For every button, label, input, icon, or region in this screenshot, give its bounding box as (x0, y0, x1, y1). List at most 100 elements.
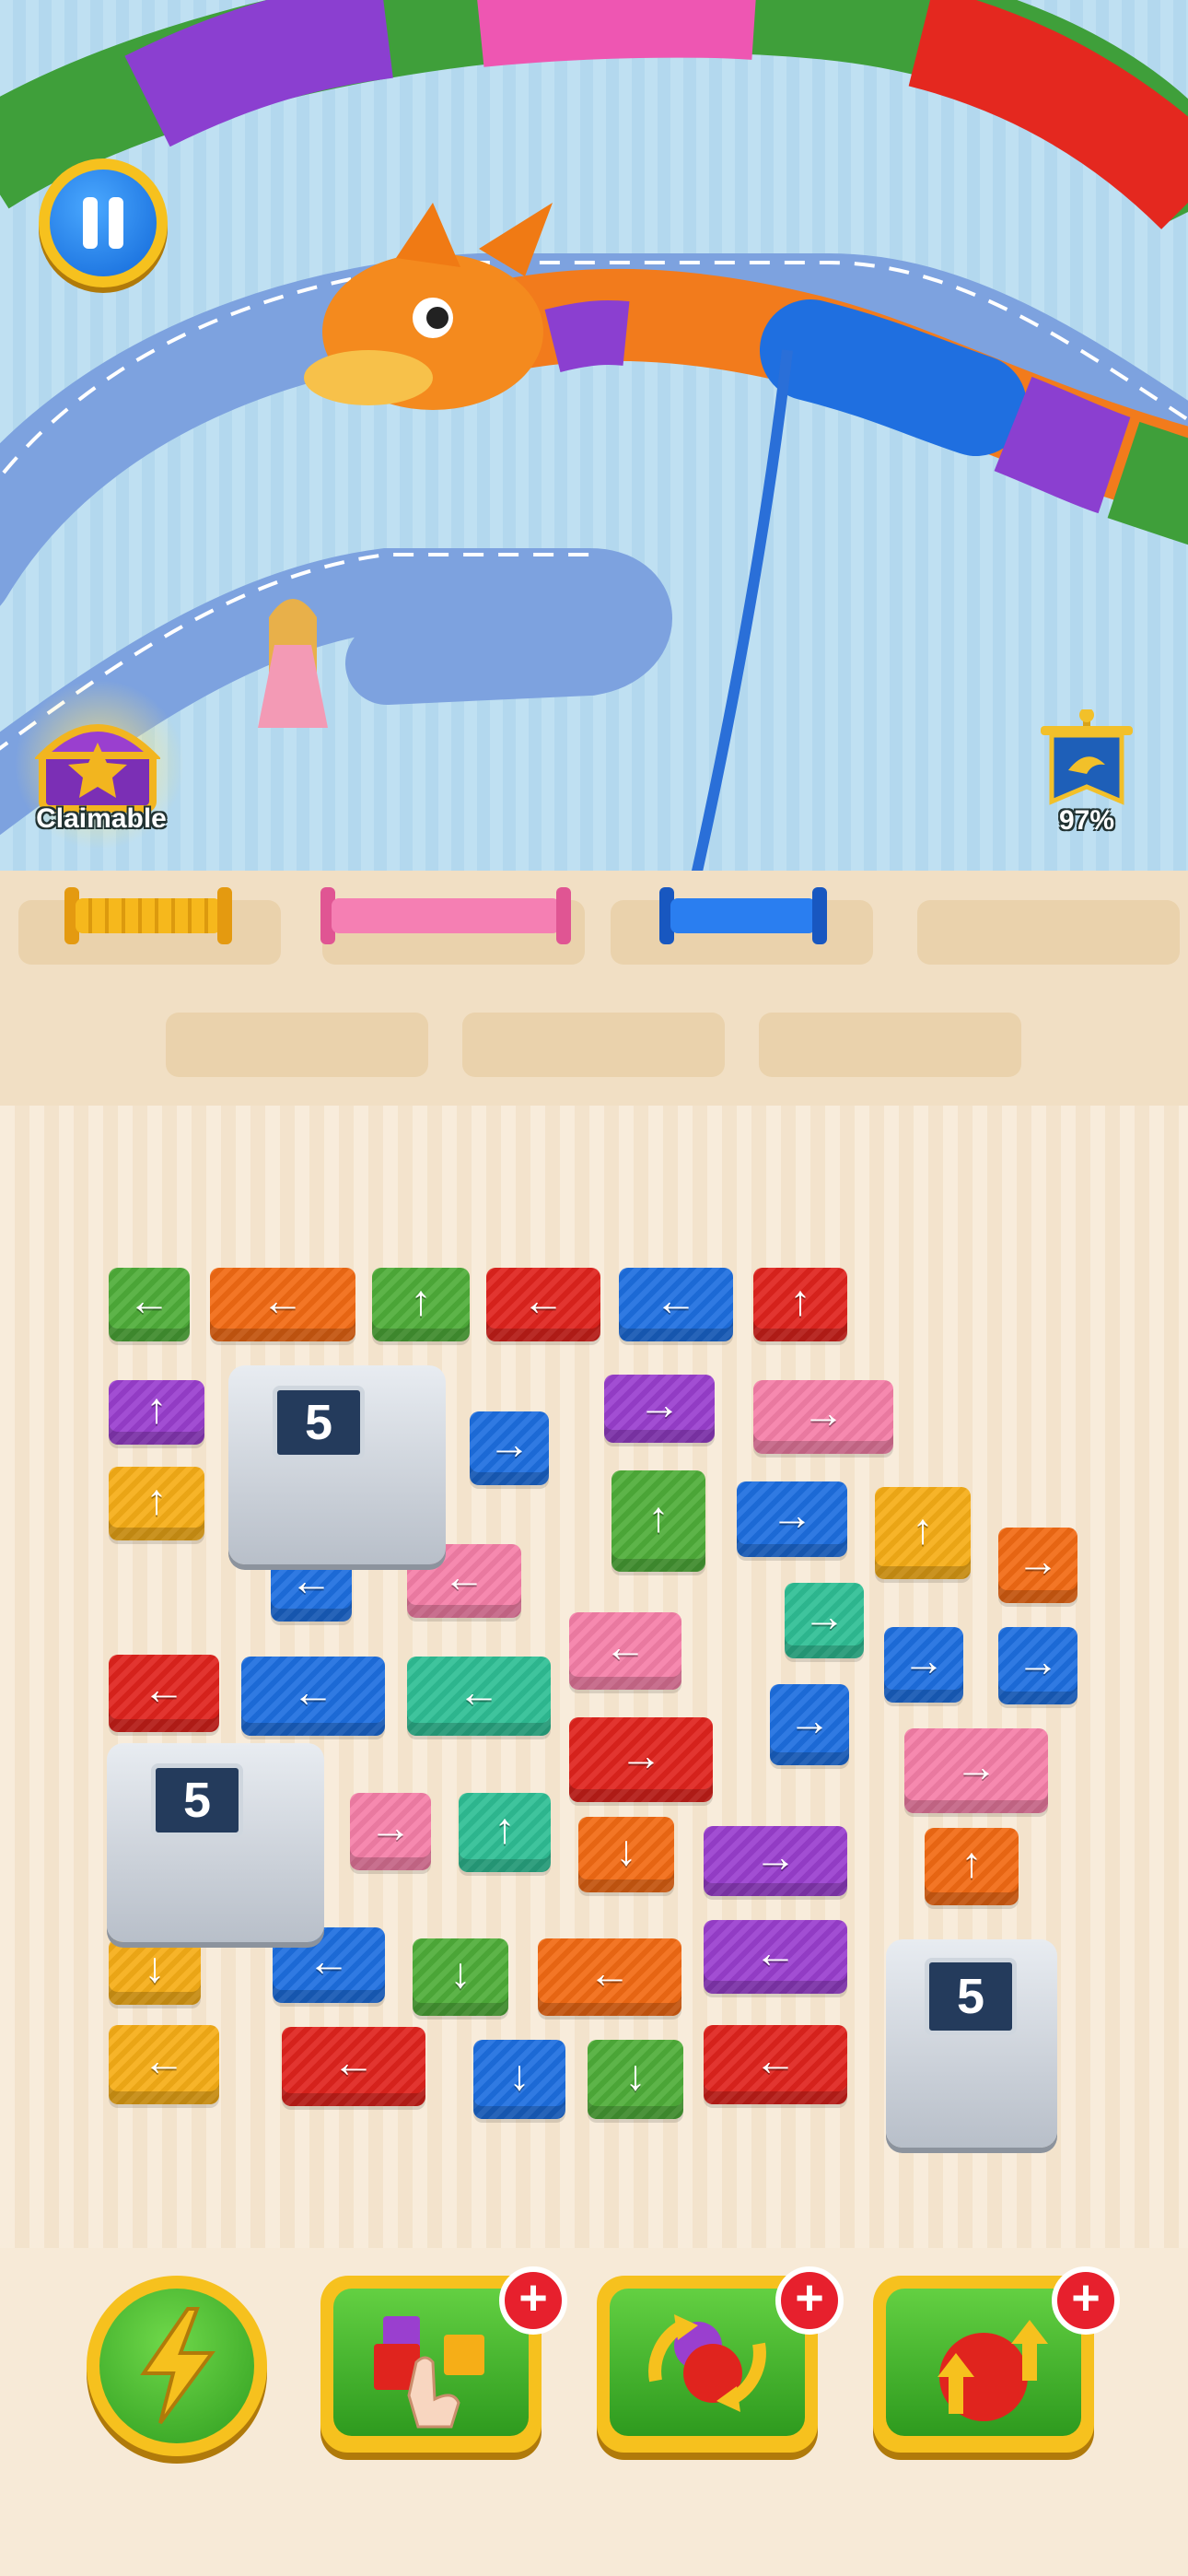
arrow-left-icon: ← (655, 1276, 697, 1324)
arrow-right-icon: → (771, 1491, 813, 1539)
yarn-tile-blue-right[interactable]: → (998, 1627, 1077, 1704)
yarn-tile-teal-left[interactable]: ← (407, 1657, 551, 1736)
pause-button[interactable] (39, 158, 168, 287)
tile-dispenser[interactable]: 5 (886, 1939, 1057, 2148)
yarn-tile-yellow-up[interactable]: ↑ (875, 1487, 971, 1579)
arrow-up-icon: ↑ (961, 1838, 983, 1886)
tile-dispenser[interactable]: 5 (228, 1365, 446, 1564)
yarn-tile-pink-right[interactable]: → (350, 1793, 431, 1870)
yarn-tile-purple-left[interactable]: ← (704, 1920, 847, 1994)
arrow-left-icon: ← (588, 1949, 631, 1996)
tile-dispenser[interactable]: 5 (107, 1743, 324, 1942)
arrow-left-icon: ← (754, 1928, 797, 1976)
arrow-right-icon: → (638, 1380, 681, 1428)
arrow-right-icon: → (620, 1731, 662, 1779)
arrow-right-icon: → (788, 1696, 831, 1744)
yarn-tile-red-left[interactable]: ← (109, 1655, 219, 1732)
arrow-left-icon: ← (443, 1552, 485, 1600)
shuffle-icon (648, 2314, 766, 2412)
yarn-tile-green-down[interactable]: ↓ (413, 1938, 508, 2016)
yarn-tile-red-left[interactable]: ← (486, 1268, 600, 1341)
add-booster-icon[interactable]: + (499, 2266, 567, 2335)
arrow-right-icon: → (802, 1388, 844, 1436)
yarn-tile-pink-left[interactable]: ← (569, 1612, 681, 1690)
yarn-tile-red-right[interactable]: → (569, 1717, 713, 1802)
yarn-tile-orange-up[interactable]: ↑ (925, 1828, 1019, 1905)
yarn-tile-blue-right[interactable]: → (737, 1481, 847, 1557)
yarn-upgrade-icon (938, 2320, 1048, 2421)
arrow-left-icon: ← (458, 1668, 500, 1715)
yarn-upgrade-booster-button[interactable]: + (873, 2266, 1120, 2453)
yarn-tile-orange-left[interactable]: ← (210, 1268, 355, 1341)
arrow-right-icon: → (955, 1742, 997, 1790)
arrow-right-icon: → (754, 1832, 797, 1880)
chest-label: Claimable (36, 803, 167, 834)
yarn-tile-teal-up[interactable]: ↑ (459, 1793, 551, 1872)
dispenser-counter: 5 (273, 1386, 365, 1459)
arrow-up-icon: ↑ (146, 1384, 168, 1432)
spool-pink[interactable] (320, 887, 571, 944)
spool-blue[interactable] (659, 887, 827, 944)
add-booster-icon[interactable]: + (775, 2266, 844, 2335)
dispenser-counter: 5 (925, 1958, 1017, 2035)
yarn-tile-purple-right[interactable]: → (704, 1826, 847, 1896)
spool-slot-4 (917, 900, 1180, 965)
arrow-right-icon: → (1017, 1637, 1059, 1685)
arrow-left-icon: ← (522, 1276, 565, 1324)
dispenser-counter: 5 (151, 1763, 243, 1837)
arrow-right-icon: → (488, 1420, 530, 1468)
yarn-tile-blue-right[interactable]: → (770, 1684, 849, 1765)
arrow-right-icon: → (903, 1636, 945, 1684)
yarn-tile-orange-left[interactable]: ← (538, 1938, 681, 2016)
yarn-tile-purple-right[interactable]: → (604, 1375, 715, 1443)
arrow-down-icon: ↓ (449, 1949, 472, 1996)
reserve-slot-1 (166, 1013, 428, 1077)
yarn-tile-blue-left[interactable]: ← (619, 1268, 733, 1341)
arrow-up-icon: ↑ (494, 1804, 516, 1852)
yarn-tile-green-left[interactable]: ← (109, 1268, 190, 1341)
yarn-tile-blue-down[interactable]: ↓ (473, 2040, 565, 2119)
arrow-down-icon: ↓ (144, 1943, 166, 1991)
level-progress-label: 97% (1058, 805, 1115, 836)
tap-select-booster-button[interactable]: + (320, 2266, 567, 2453)
spool-yellow[interactable] (64, 887, 232, 944)
tap-select-icon (374, 2316, 484, 2429)
arrow-right-icon: → (369, 1803, 412, 1851)
treasure-chest-icon[interactable] (35, 709, 160, 813)
yarn-tile-orange-right[interactable]: → (998, 1528, 1077, 1603)
yarn-tile-green-down[interactable]: ↓ (588, 2040, 683, 2119)
yarn-tile-red-up[interactable]: ↑ (753, 1268, 847, 1341)
yarn-tile-red-left[interactable]: ← (704, 2025, 847, 2104)
yarn-tile-yellow-left[interactable]: ← (109, 2025, 219, 2104)
reserve-slot-2 (462, 1013, 725, 1077)
arrow-right-icon: → (1017, 1537, 1059, 1585)
arrow-left-icon: ← (604, 1622, 646, 1670)
yarn-tile-pink-right[interactable]: → (904, 1728, 1048, 1813)
yarn-tile-orange-down[interactable]: ↓ (578, 1817, 674, 1892)
arrow-down-icon: ↓ (624, 2051, 646, 2099)
add-booster-icon[interactable]: + (1052, 2266, 1120, 2335)
yarn-tile-blue-right[interactable]: → (884, 1627, 963, 1703)
yarn-tile-purple-up[interactable]: ↑ (109, 1380, 204, 1445)
arrow-up-icon: ↑ (789, 1276, 811, 1324)
yarn-tile-green-up[interactable]: ↑ (372, 1268, 470, 1341)
pause-bar-right (109, 197, 123, 249)
yarn-tile-yellow-down[interactable]: ↓ (109, 1938, 201, 2005)
yarn-tile-green-up[interactable]: ↑ (611, 1470, 705, 1572)
level-banner-icon[interactable] (1031, 709, 1142, 811)
yarn-tile-yellow-up[interactable]: ↑ (109, 1467, 204, 1540)
yarn-tile-pink-right[interactable]: → (753, 1380, 893, 1454)
arrow-left-icon: ← (332, 2038, 375, 2086)
arrow-left-icon: ← (143, 1665, 185, 1713)
lightning-booster-button[interactable] (87, 2276, 267, 2456)
yarn-tile-red-left[interactable]: ← (282, 2027, 425, 2106)
yarn-tile-teal-right[interactable]: → (785, 1583, 864, 1658)
yarn-tile-blue-left[interactable]: ← (241, 1657, 385, 1736)
arrow-right-icon: → (803, 1592, 845, 1640)
arrow-down-icon: ↓ (615, 1826, 637, 1874)
yarn-tile-blue-right[interactable]: → (470, 1411, 549, 1485)
shuffle-booster-button[interactable]: + (597, 2266, 844, 2453)
game-board: ← ← ↑ ← ← ↑ ↑ → → ↑ → ↑ → ↑ → ← ← → ← → → ← ← ← → → → → ↑ ↓ → ↑ ↓ ← ↓ ← ← ← ← ↓… (0, 1106, 1188, 2248)
arrow-down-icon: ↓ (508, 2051, 530, 2099)
arrow-up-icon: ↑ (410, 1276, 432, 1324)
